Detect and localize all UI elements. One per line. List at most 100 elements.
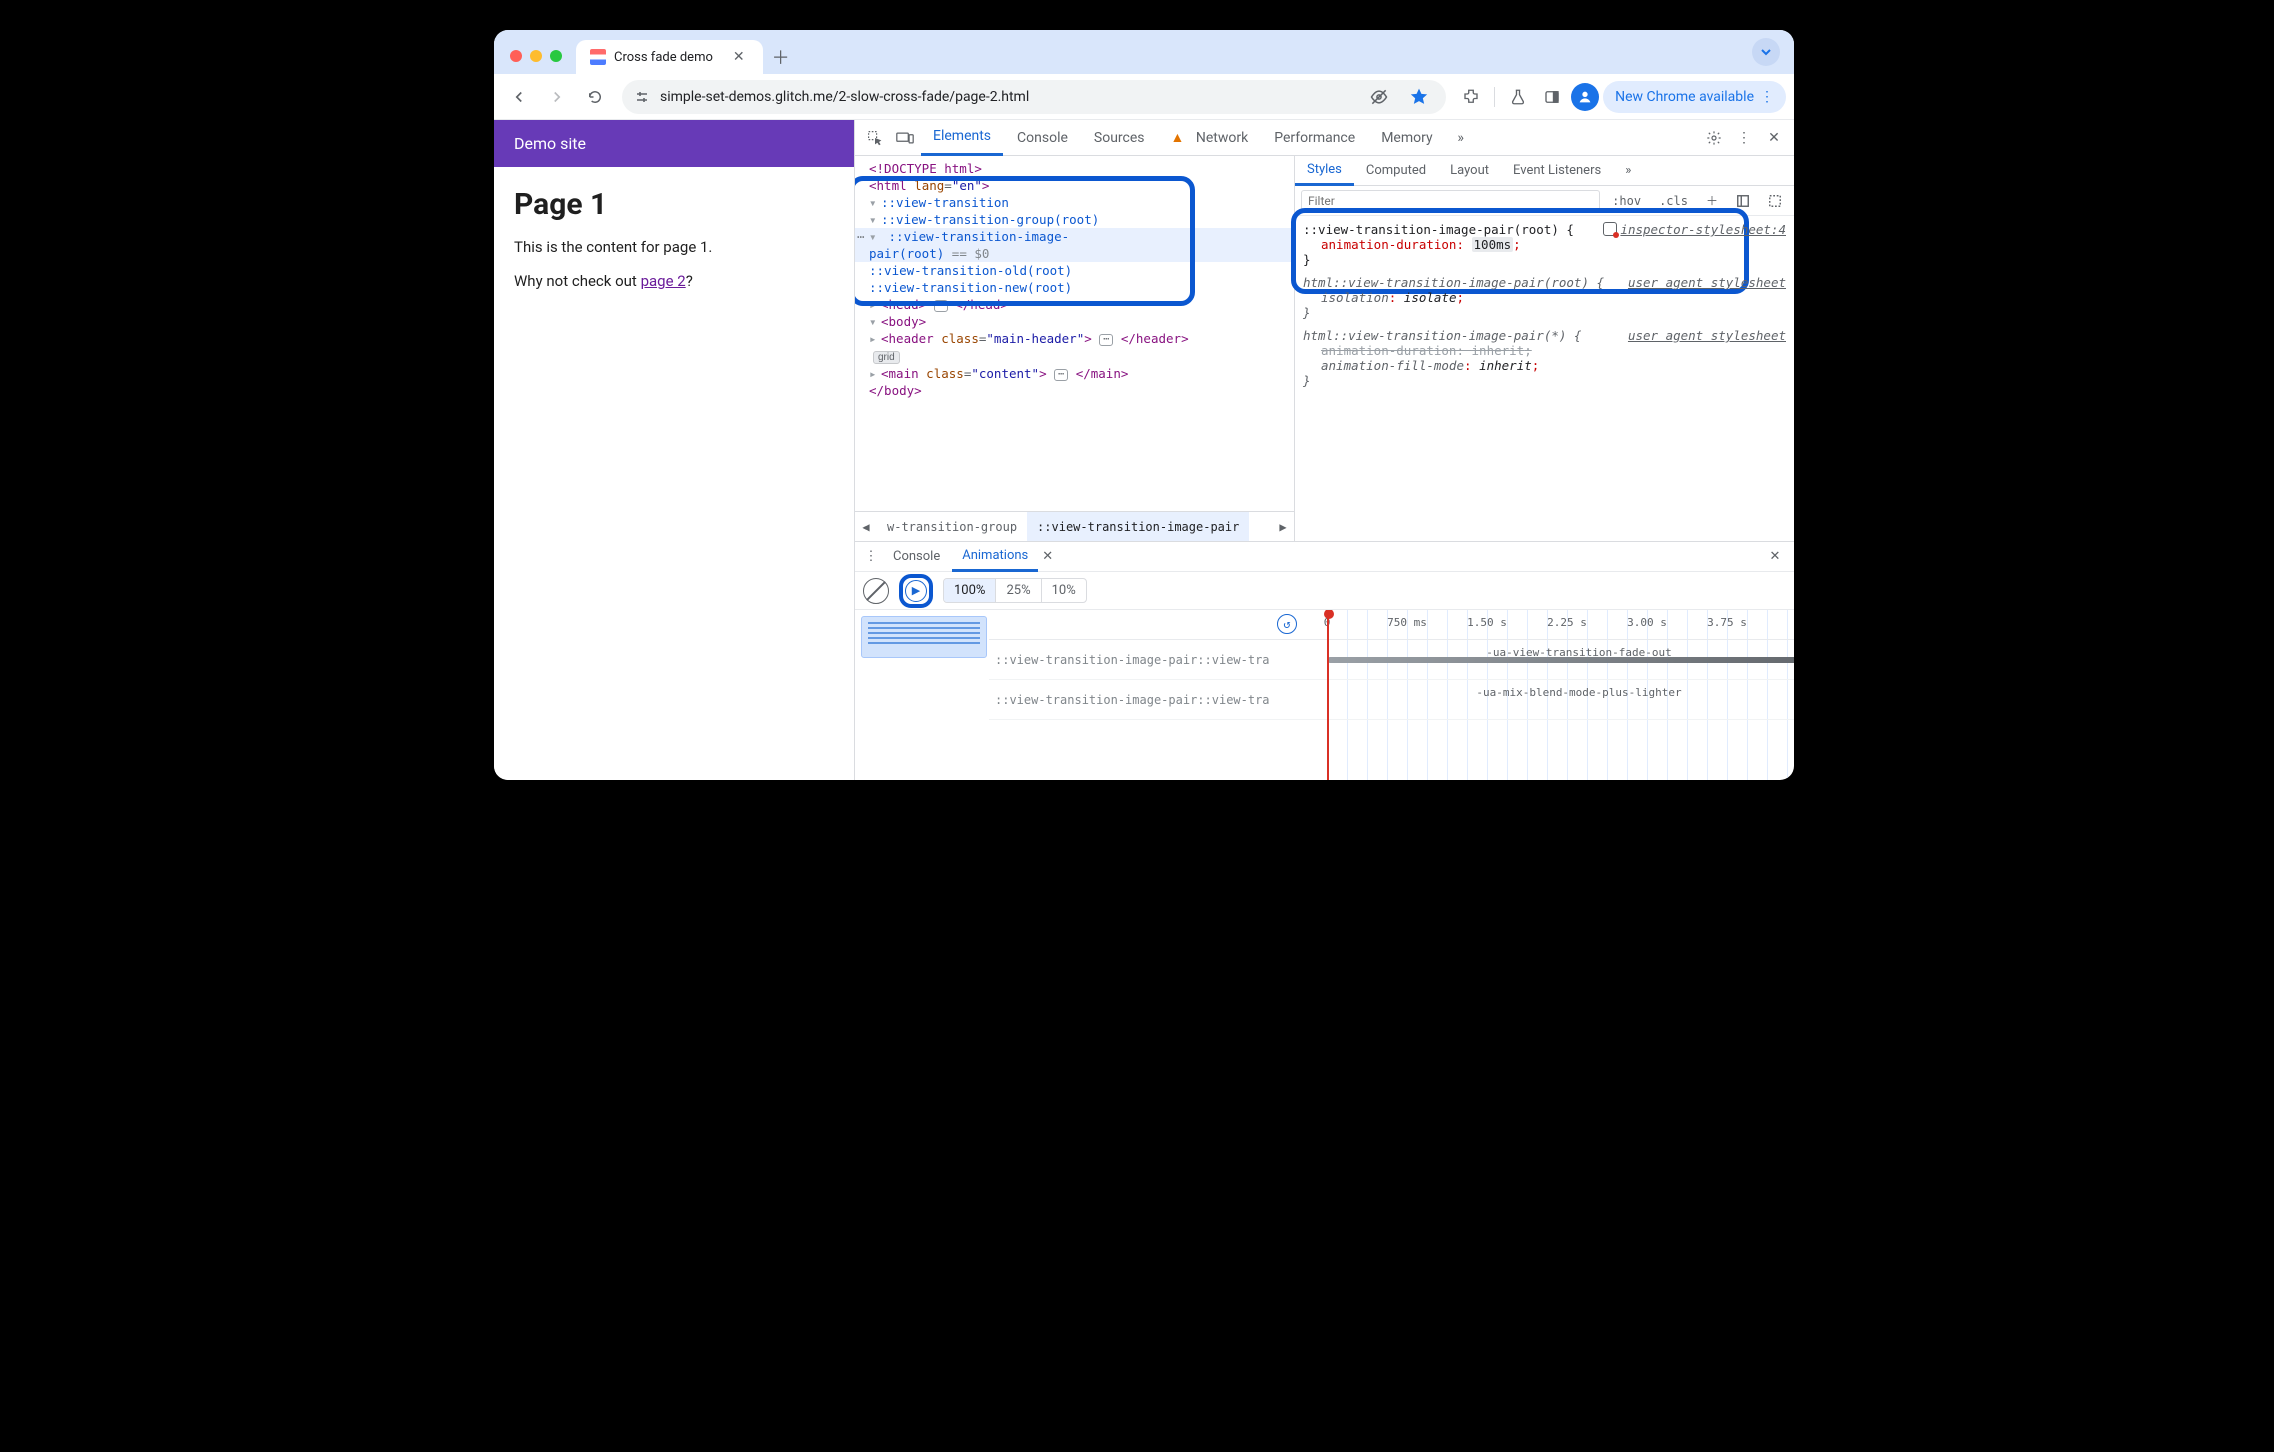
dom-line-body-close[interactable]: </body> <box>855 382 1294 399</box>
inspect-element-icon[interactable] <box>861 124 889 152</box>
close-tab-icon[interactable]: ✕ <box>729 47 749 67</box>
drawer-menu-icon[interactable]: ⋮ <box>861 549 881 564</box>
ruler-tick: 750 ms <box>1387 616 1427 629</box>
tab-elements[interactable]: Elements <box>921 120 1003 156</box>
prop-anim-fill[interactable]: animation-fill-mode: inherit; <box>1303 358 1786 373</box>
tab-memory[interactable]: Memory <box>1369 120 1444 156</box>
close-animations-tab[interactable]: ✕ <box>1042 549 1053 564</box>
devtools-tabs: Elements Console Sources ▲ Network Perfo… <box>855 120 1794 156</box>
reload-button[interactable] <box>578 80 612 114</box>
replay-button[interactable]: ↺ <box>1277 614 1297 634</box>
speed-100[interactable]: 100% <box>944 579 995 602</box>
styles-more-tabs[interactable]: » <box>1613 156 1643 186</box>
new-tab-button[interactable]: ＋ <box>767 43 795 71</box>
crumb-scroll-right[interactable]: ▶ <box>1272 520 1294 534</box>
browser-tab[interactable]: Cross fade demo ✕ <box>576 40 763 74</box>
minimize-window-icon[interactable] <box>530 50 542 62</box>
styles-tab-computed[interactable]: Computed <box>1354 156 1438 186</box>
drawer-tab-animations[interactable]: Animations <box>952 542 1038 572</box>
dom-line-main[interactable]: <main class="content"> ⋯ </main> <box>855 365 1294 382</box>
rule-source-link[interactable]: inspector-stylesheet:4 <box>1603 222 1786 237</box>
devtools-menu-icon[interactable]: ⋮ <box>1730 124 1758 152</box>
styles-tabs: Styles Computed Layout Event Listeners » <box>1295 156 1794 186</box>
dom-line-header[interactable]: <header class="main-header"> ⋯ </header> <box>855 330 1294 347</box>
back-button[interactable] <box>502 80 536 114</box>
update-chrome-pill[interactable]: New Chrome available ⋮ <box>1603 81 1786 113</box>
computed-panel-icon[interactable] <box>1730 192 1756 210</box>
site-settings-icon[interactable] <box>634 89 650 105</box>
dom-line-body-open[interactable]: <body> <box>855 313 1294 330</box>
timeline-anim-name-1: -ua-view-transition-fade-out <box>1486 646 1671 659</box>
rule-ua-1[interactable]: user agent stylesheet html::view-transit… <box>1303 275 1786 320</box>
crumb-prev[interactable]: w-transition-group <box>877 512 1027 541</box>
styles-filter-input[interactable] <box>1301 190 1600 212</box>
profile-avatar[interactable] <box>1571 83 1599 111</box>
play-pause-button[interactable]: ▶ <box>905 580 927 602</box>
timeline-row-2-label: ::view-transition-image-pair::view-tra <box>995 693 1270 707</box>
tab-overflow-button[interactable] <box>1752 38 1780 66</box>
animations-timeline[interactable]: ↺ 0750 ms1.50 s2.25 s3.00 s3.75 s4.50 s … <box>989 610 1794 780</box>
styles-tab-styles[interactable]: Styles <box>1295 156 1354 186</box>
ruler-tick: 2.25 s <box>1547 616 1587 629</box>
dom-vt-image-pair[interactable]: ⋯ ::view-transition-image- <box>855 228 1294 245</box>
page-title: Page 1 <box>514 187 834 222</box>
drawer-tab-console[interactable]: Console <box>883 542 950 572</box>
timeline-ruler[interactable]: ↺ 0750 ms1.50 s2.25 s3.00 s3.75 s4.50 s <box>989 610 1794 640</box>
animation-group-thumbs <box>855 610 989 780</box>
zoom-window-icon[interactable] <box>550 50 562 62</box>
hov-toggle[interactable]: :hov <box>1606 192 1647 210</box>
labs-icon[interactable] <box>1503 82 1533 112</box>
page-2-link[interactable]: page 2 <box>641 272 686 290</box>
omnibox[interactable]: simple-set-demos.glitch.me/2-slow-cross-… <box>622 80 1446 114</box>
dom-vt-group[interactable]: ::view-transition-group(root) <box>855 211 1294 228</box>
close-window-icon[interactable] <box>510 50 522 62</box>
speed-10[interactable]: 10% <box>1041 579 1086 602</box>
rule-inspector[interactable]: inspector-stylesheet:4 ::view-transition… <box>1303 222 1786 267</box>
rule-ua-2[interactable]: user agent stylesheet html::view-transit… <box>1303 328 1786 388</box>
dom-tree[interactable]: <!DOCTYPE html> <html lang="en"> ::view-… <box>855 156 1295 541</box>
tab-console[interactable]: Console <box>1005 120 1080 156</box>
dom-grid-badge[interactable]: grid <box>855 347 1294 365</box>
crumb-scroll-left[interactable]: ◀ <box>855 520 877 534</box>
crumb-current[interactable]: ::view-transition-image-pair <box>1027 512 1249 541</box>
speed-25[interactable]: 25% <box>995 579 1040 602</box>
close-drawer-icon[interactable]: ✕ <box>1762 549 1788 564</box>
new-rule-icon[interactable]: ＋ <box>1700 190 1724 211</box>
prop-anim-dur-strike[interactable]: animation-duration: inherit; <box>1303 343 1786 358</box>
forward-button[interactable] <box>540 80 574 114</box>
dom-line-head[interactable]: <head> ⋯ </head> <box>855 296 1294 313</box>
css-rules[interactable]: inspector-stylesheet:4 ::view-transition… <box>1295 216 1794 541</box>
clear-animations-button[interactable] <box>863 578 889 604</box>
rendering-panel-icon[interactable] <box>1762 192 1788 210</box>
dom-vt-new[interactable]: ::view-transition-new(root) <box>855 279 1294 296</box>
settings-gear-icon[interactable] <box>1700 124 1728 152</box>
prop-animation-duration[interactable]: animation-duration: 100ms; <box>1303 237 1786 252</box>
close-devtools-icon[interactable]: ✕ <box>1760 124 1788 152</box>
tab-sources[interactable]: Sources <box>1082 120 1157 156</box>
favicon-icon <box>590 49 606 65</box>
dom-vt-root[interactable]: ::view-transition <box>855 194 1294 211</box>
incognito-blocked-icon[interactable] <box>1364 82 1394 112</box>
bookmark-star-icon[interactable] <box>1404 82 1434 112</box>
animations-body: ↺ 0750 ms1.50 s2.25 s3.00 s3.75 s4.50 s … <box>855 610 1794 780</box>
tab-network[interactable]: ▲ Network <box>1159 120 1261 156</box>
prop-isolation[interactable]: isolation: isolate; <box>1303 290 1786 305</box>
more-tabs-icon[interactable]: » <box>1447 124 1475 152</box>
dom-vt-old[interactable]: ::view-transition-old(root) <box>855 262 1294 279</box>
page-paragraph-1: This is the content for page 1. <box>514 238 834 256</box>
device-toolbar-icon[interactable] <box>891 124 919 152</box>
dom-line-doctype[interactable]: <!DOCTYPE html> <box>855 160 1294 177</box>
styles-tab-layout[interactable]: Layout <box>1438 156 1501 186</box>
url-text: simple-set-demos.glitch.me/2-slow-cross-… <box>660 89 1354 105</box>
styles-tab-listeners[interactable]: Event Listeners <box>1501 156 1613 186</box>
cls-toggle[interactable]: .cls <box>1653 192 1694 210</box>
extensions-icon[interactable] <box>1456 82 1486 112</box>
playhead[interactable] <box>1327 610 1329 780</box>
animation-group-thumb[interactable] <box>861 616 987 658</box>
timeline-row-2[interactable]: ::view-transition-image-pair::view-tra -… <box>989 680 1794 720</box>
dom-vt-image-pair-cont[interactable]: pair(root) == $0 <box>855 245 1294 262</box>
tab-performance[interactable]: Performance <box>1262 120 1367 156</box>
side-panel-icon[interactable] <box>1537 82 1567 112</box>
dom-line-html[interactable]: <html lang="en"> <box>855 177 1294 194</box>
timeline-row-1[interactable]: ::view-transition-image-pair::view-tra -… <box>989 640 1794 680</box>
